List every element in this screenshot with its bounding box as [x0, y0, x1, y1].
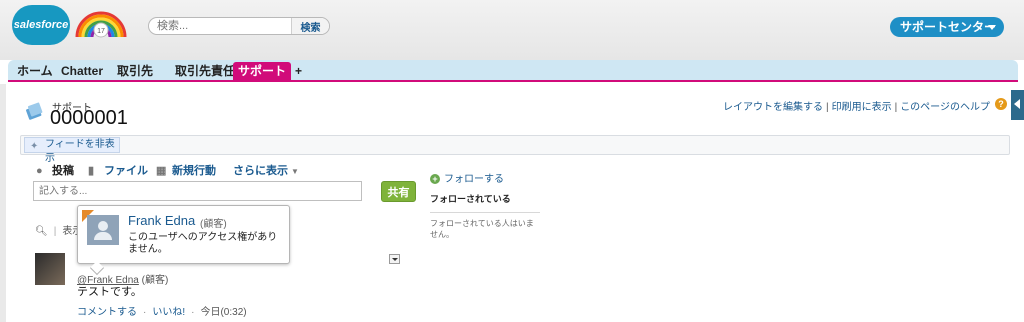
post-timestamp[interactable]: 今日(0:32): [200, 307, 246, 318]
post-author-role: (顧客): [141, 275, 169, 286]
tab-cases[interactable]: サポート: [233, 62, 292, 80]
feed-filter-row: 🔍︎ | 表示: [35, 222, 82, 237]
right-sidebar-toggle[interactable]: [1011, 90, 1024, 120]
file-icon: ▮: [88, 165, 95, 177]
calendar-icon: ▦: [156, 165, 167, 177]
link-separator: |: [825, 102, 829, 113]
feed-toolbar: [20, 135, 1010, 155]
tab-accounts[interactable]: 取引先: [112, 62, 158, 80]
post-author-avatar[interactable]: [35, 253, 65, 285]
comment-link[interactable]: コメントする: [77, 307, 137, 318]
avatar-head: [98, 221, 108, 231]
plus-icon: +: [430, 174, 440, 184]
action-separator: ·: [143, 307, 147, 318]
rainbow-badge-text: 17: [97, 28, 105, 35]
user-placeholder-avatar[interactable]: [87, 215, 119, 245]
rainbow-badge-icon: 17: [75, 11, 127, 38]
hovercard-message: このユーザへのアクセス権がありません。: [128, 232, 278, 255]
tab-home[interactable]: ホーム: [12, 62, 58, 80]
feed-icon: ✦: [30, 141, 39, 152]
follow-link[interactable]: + フォローする: [430, 170, 504, 185]
help-links: レイアウトを編集する | 印刷用に表示 | このページのヘルプ: [723, 98, 990, 113]
hovercard-user-name[interactable]: Frank Edna: [128, 213, 195, 228]
publisher-tab-new-action[interactable]: ▦ 新規行動: [156, 162, 216, 178]
publisher-tab-file-label: ファイル: [104, 165, 148, 177]
tab-chatter[interactable]: Chatter: [56, 62, 108, 80]
post-actions: コメントする · いいね! · 今日(0:32): [77, 303, 247, 318]
publisher-tab-new-action-label: 新規行動: [172, 165, 216, 177]
hovercard-user-role: (顧客): [200, 219, 227, 230]
filter-separator: |: [53, 226, 57, 237]
post-body: テストです。: [77, 286, 142, 298]
chevron-down-icon: ▼: [291, 167, 299, 176]
search-button[interactable]: 検索: [291, 18, 329, 34]
chevron-down-icon: [988, 25, 996, 30]
hide-feed-button[interactable]: ✦ フィードを非表示: [24, 137, 120, 164]
share-button[interactable]: 共有: [381, 181, 416, 202]
publisher-more-label: さらに表示: [233, 165, 288, 177]
left-sidebar-handle[interactable]: [0, 84, 6, 322]
tab-bar: ホーム Chatter 取引先 取引先責任者 サポート +: [8, 60, 1018, 82]
divider: [430, 212, 540, 213]
publisher-tab-post[interactable]: ● 投稿: [36, 162, 74, 178]
logo-text: salesforce: [13, 19, 69, 31]
followers-empty-text: フォローされている人はいません。: [430, 219, 534, 239]
action-separator: ·: [191, 307, 195, 318]
page-title: 0000001: [50, 107, 128, 129]
edit-layout-link[interactable]: レイアウトを編集する: [723, 102, 823, 113]
like-link[interactable]: いいね!: [152, 307, 185, 318]
post-menu-button[interactable]: [389, 254, 400, 264]
followers-heading: フォローされている: [430, 194, 511, 204]
follow-link-label: フォローする: [444, 174, 504, 185]
case-icon: [25, 102, 43, 120]
publisher-tab-post-label: 投稿: [52, 165, 74, 177]
tab-add[interactable]: +: [290, 62, 307, 80]
search-box: 検索: [148, 17, 330, 35]
global-header: salesforce 17 検索 サポートセンター: [0, 0, 1024, 60]
app-menu-label: サポートセンター: [900, 20, 997, 34]
search-icon[interactable]: 🔍︎: [35, 226, 48, 237]
page-help-link[interactable]: このページのヘルプ: [900, 102, 990, 113]
search-input[interactable]: [149, 18, 293, 34]
print-view-link[interactable]: 印刷用に表示: [832, 102, 892, 113]
avatar-body: [94, 232, 112, 240]
link-separator: |: [894, 102, 898, 113]
page-body: [8, 84, 1018, 322]
publisher-tab-file[interactable]: ▮ ファイル: [88, 162, 148, 178]
salesforce-logo[interactable]: salesforce: [12, 5, 70, 45]
post-compose-input[interactable]: [33, 181, 362, 201]
app-menu-button[interactable]: サポートセンター: [890, 17, 1004, 37]
help-icon[interactable]: ?: [995, 98, 1007, 110]
speech-bubble-icon: ●: [36, 165, 43, 177]
publisher-more-menu[interactable]: さらに表示 ▼: [233, 162, 299, 178]
